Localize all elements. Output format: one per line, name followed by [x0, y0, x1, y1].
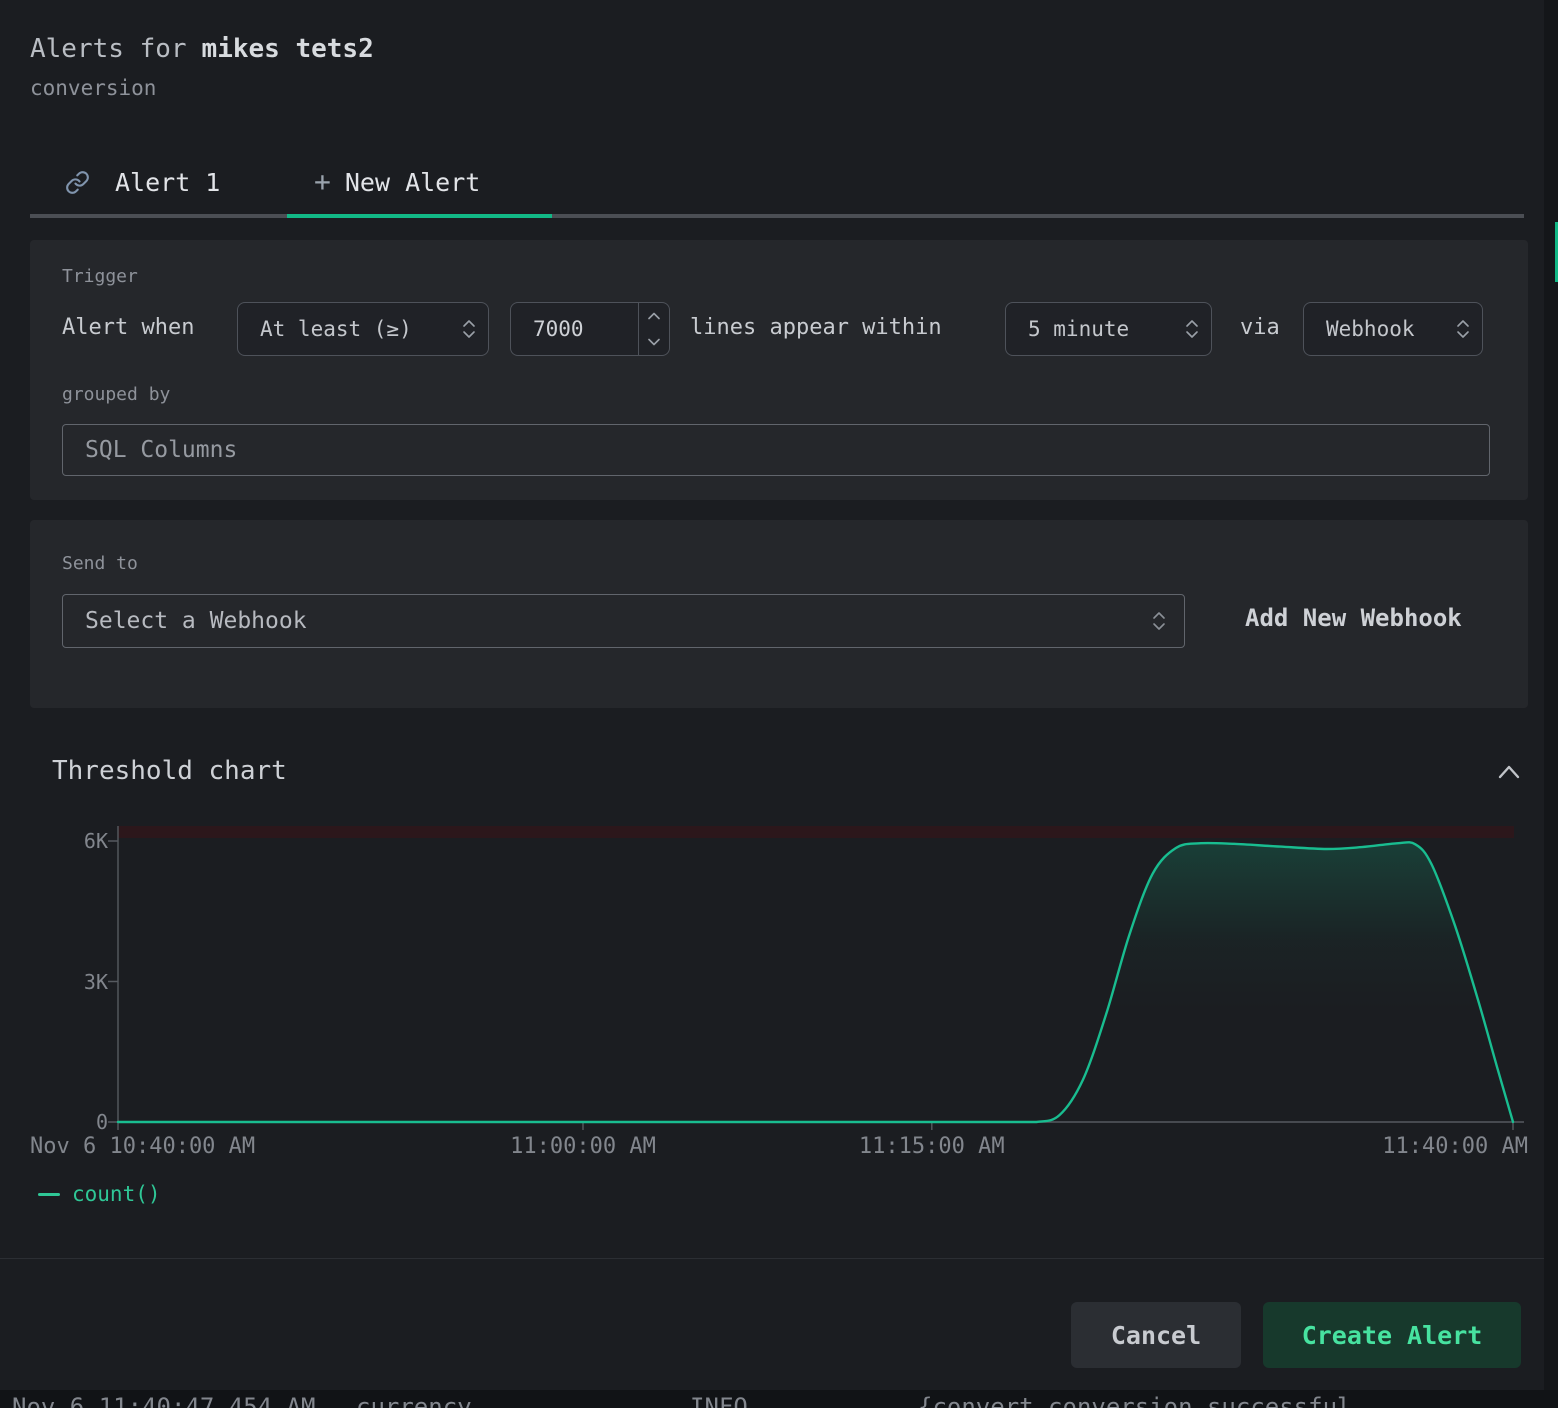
x-axis-tick-label: 11:15:00 AM — [859, 1134, 1005, 1159]
tab-label: Alert 1 — [115, 168, 220, 197]
threshold-band — [118, 826, 1514, 838]
collapse-chart-button[interactable] — [1492, 758, 1526, 788]
legend-line-swatch — [38, 1193, 60, 1196]
chart-legend: count() — [38, 1182, 161, 1206]
legend-label: count() — [72, 1182, 161, 1206]
channel-select[interactable]: Webhook — [1303, 302, 1483, 356]
x-axis-tick-label: Nov 6 10:40:00 AM — [30, 1134, 255, 1159]
threshold-stepper — [638, 303, 669, 355]
threshold-chart — [0, 815, 1558, 1130]
chevron-up-icon — [648, 312, 660, 320]
log-service: currency — [356, 1393, 472, 1408]
link-icon — [65, 170, 90, 195]
threshold-input-group — [510, 302, 670, 356]
trigger-section-label: Trigger — [62, 266, 138, 287]
background-log-row: Nov 6 11:40:47.454 AM currency INFO {con… — [0, 1390, 1558, 1408]
lines-appear-text: lines appear within — [690, 315, 942, 340]
stepper-down-button[interactable] — [639, 329, 669, 355]
threshold-chart-title: Threshold chart — [52, 756, 287, 786]
send-to-label: Send to — [62, 553, 138, 574]
trigger-section: Trigger Alert when At least (≥) lines ap… — [30, 240, 1528, 500]
x-axis-tick-label: 11:00:00 AM — [510, 1134, 656, 1159]
chevron-updown-icon — [1456, 318, 1470, 340]
stepper-up-button[interactable] — [639, 303, 669, 329]
chevron-updown-icon — [1152, 610, 1166, 632]
cancel-button[interactable]: Cancel — [1071, 1302, 1241, 1368]
threshold-input[interactable] — [511, 303, 638, 355]
alert-when-text: Alert when — [62, 315, 194, 340]
tab-new-alert[interactable]: + New Alert — [287, 150, 552, 214]
condition-value: At least (≥) — [238, 317, 412, 341]
channel-value: Webhook — [1304, 317, 1415, 341]
plus-icon: + — [314, 168, 331, 196]
chevron-up-icon — [1495, 761, 1523, 783]
send-to-section: Send to Select a Webhook Add New Webhook — [30, 520, 1528, 708]
footer-divider — [0, 1258, 1544, 1259]
webhook-select[interactable]: Select a Webhook — [62, 594, 1185, 648]
alert-tabs: Alert 1 + New Alert — [30, 150, 1524, 218]
x-axis-tick-label: 11:40:00 AM — [1382, 1134, 1528, 1159]
add-new-webhook-button[interactable]: Add New Webhook — [1245, 604, 1462, 632]
background-page-edge — [1544, 0, 1558, 1408]
group-by-input[interactable] — [62, 424, 1490, 476]
chevron-updown-icon — [1185, 318, 1199, 340]
log-level: INFO — [690, 1393, 748, 1408]
via-text: via — [1240, 315, 1280, 340]
tab-alert-1[interactable]: Alert 1 — [30, 150, 287, 214]
chevron-down-icon — [648, 338, 660, 346]
time-window-value: 5 minute — [1006, 317, 1129, 341]
log-message: {convert conversion successful — [918, 1393, 1351, 1408]
create-alert-button[interactable]: Create Alert — [1263, 1302, 1521, 1368]
grouped-by-label: grouped by — [62, 384, 170, 405]
series-area — [118, 842, 1513, 1122]
log-timestamp: Nov 6 11:40:47.454 AM — [12, 1393, 315, 1408]
condition-select[interactable]: At least (≥) — [237, 302, 489, 356]
dialog-title: Alerts for mikes tets2 — [30, 34, 374, 64]
dialog-subtitle: conversion — [30, 76, 156, 100]
time-window-select[interactable]: 5 minute — [1005, 302, 1212, 356]
tab-label: New Alert — [345, 168, 480, 197]
source-name: mikes tets2 — [202, 34, 374, 64]
chevron-updown-icon — [462, 318, 476, 340]
alert-dialog: Alerts for mikes tets2 conversion Alert … — [0, 0, 1544, 1390]
dialog-title-prefix: Alerts for — [30, 34, 187, 64]
webhook-select-placeholder: Select a Webhook — [63, 608, 307, 634]
